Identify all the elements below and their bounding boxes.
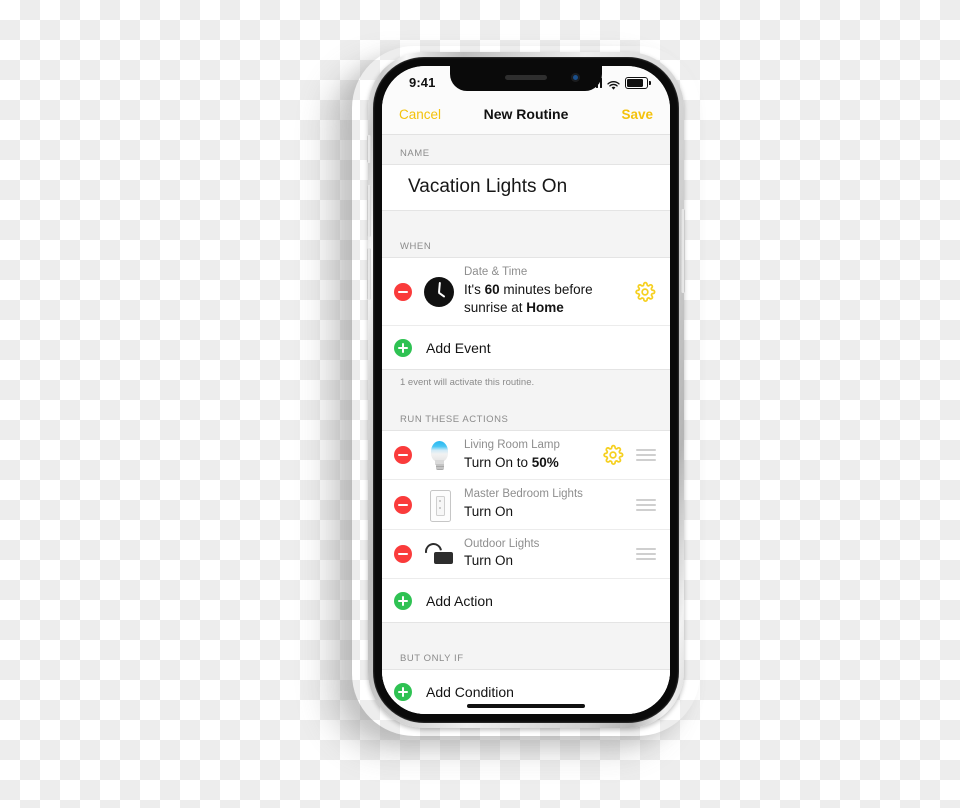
front-camera-icon xyxy=(571,73,580,82)
action-row-outdoor-lights[interactable]: Outdoor Lights Turn On xyxy=(382,528,670,579)
notch xyxy=(450,66,602,91)
home-indicator[interactable] xyxy=(467,704,585,708)
gear-icon[interactable] xyxy=(602,444,624,466)
actions-section-header: RUN THESE ACTIONS xyxy=(382,400,670,431)
add-action-label: Add Action xyxy=(426,592,493,609)
action-row-master-bedroom-lights[interactable]: Master Bedroom Lights Turn On xyxy=(382,479,670,529)
wifi-icon xyxy=(607,78,620,90)
drag-handle-icon[interactable] xyxy=(636,548,656,561)
clock-icon xyxy=(422,275,456,309)
action-row-text: Living Room Lamp Turn On to 50% xyxy=(464,438,596,472)
name-section-header: NAME xyxy=(382,134,670,164)
action-subtitle-value: 50% xyxy=(531,454,559,470)
battery-full-icon xyxy=(625,77,651,89)
event-subtitle-minutes: 60 xyxy=(484,281,500,297)
conditions-section-header: BUT ONLY IF xyxy=(382,639,670,670)
remove-minus-icon[interactable] xyxy=(394,282,412,301)
when-section-header: WHEN xyxy=(382,227,670,257)
iphone-device-frame: 9:41 Cancel New Routine Save NAME Vacati… xyxy=(367,52,685,728)
routine-editor-content: NAME Vacation Lights On WHEN Date & Time xyxy=(382,134,670,714)
routine-name-input[interactable]: Vacation Lights On xyxy=(382,165,670,210)
action-subtitle: Turn On xyxy=(464,553,514,569)
spacer xyxy=(382,623,670,640)
phone-screen: 9:41 Cancel New Routine Save NAME Vacati… xyxy=(382,66,670,714)
when-section-note: 1 event will activate this routine. xyxy=(382,370,670,401)
event-subtitle-location: Home xyxy=(526,300,564,316)
navigation-bar: Cancel New Routine Save xyxy=(382,100,670,135)
add-plus-icon[interactable] xyxy=(394,683,412,702)
when-card: Date & Time It's 60 minutes before sunri… xyxy=(382,257,670,371)
spacer xyxy=(382,211,670,227)
add-event-label: Add Event xyxy=(426,339,491,356)
earpiece-speaker-icon xyxy=(505,75,547,80)
actions-card: Living Room Lamp Turn On to 50% Master B… xyxy=(382,430,670,624)
power-button[interactable] xyxy=(681,209,685,293)
action-row-living-room-lamp[interactable]: Living Room Lamp Turn On to 50% xyxy=(382,431,670,480)
outdoor-plug-icon xyxy=(421,537,456,571)
action-title: Master Bedroom Lights xyxy=(464,488,583,501)
event-subtitle-pre: It's xyxy=(464,281,485,297)
action-row-text: Outdoor Lights Turn On xyxy=(464,537,624,571)
add-condition-label: Add Condition xyxy=(426,684,514,701)
action-subtitle-pre: Turn On to xyxy=(464,454,532,470)
drag-handle-icon[interactable] xyxy=(636,449,656,462)
silence-switch[interactable] xyxy=(367,135,371,163)
add-action-row[interactable]: Add Action xyxy=(382,578,670,623)
event-row-text: Date & Time It's 60 minutes before sunri… xyxy=(464,265,628,318)
event-subtitle: It's 60 minutes before sunrise at Home xyxy=(464,281,628,319)
volume-up-button[interactable] xyxy=(367,185,371,237)
remove-minus-icon[interactable] xyxy=(394,446,412,465)
remove-minus-icon[interactable] xyxy=(394,495,412,514)
action-title: Living Room Lamp xyxy=(464,439,560,452)
add-plus-icon[interactable] xyxy=(394,591,412,610)
status-bar-time: 9:41 xyxy=(409,75,436,90)
add-plus-icon[interactable] xyxy=(394,338,412,357)
drag-handle-icon[interactable] xyxy=(636,498,656,511)
action-row-text: Master Bedroom Lights Turn On xyxy=(464,487,624,521)
gear-icon[interactable] xyxy=(634,281,656,303)
action-title: Outdoor Lights xyxy=(464,537,540,550)
action-subtitle: Turn On xyxy=(464,503,514,519)
device-bezel: 9:41 Cancel New Routine Save NAME Vacati… xyxy=(373,57,679,723)
remove-minus-icon[interactable] xyxy=(394,545,412,564)
wall-switch-icon xyxy=(422,488,456,522)
event-row-date-time[interactable]: Date & Time It's 60 minutes before sunri… xyxy=(382,258,670,326)
name-card: Vacation Lights On xyxy=(382,164,670,211)
hue-bulb-icon xyxy=(422,438,456,472)
add-event-row[interactable]: Add Event xyxy=(382,325,670,370)
action-subtitle: Turn On to 50% xyxy=(464,454,596,473)
event-title: Date & Time xyxy=(464,266,528,278)
volume-down-button[interactable] xyxy=(367,248,371,300)
save-button[interactable]: Save xyxy=(621,107,653,122)
